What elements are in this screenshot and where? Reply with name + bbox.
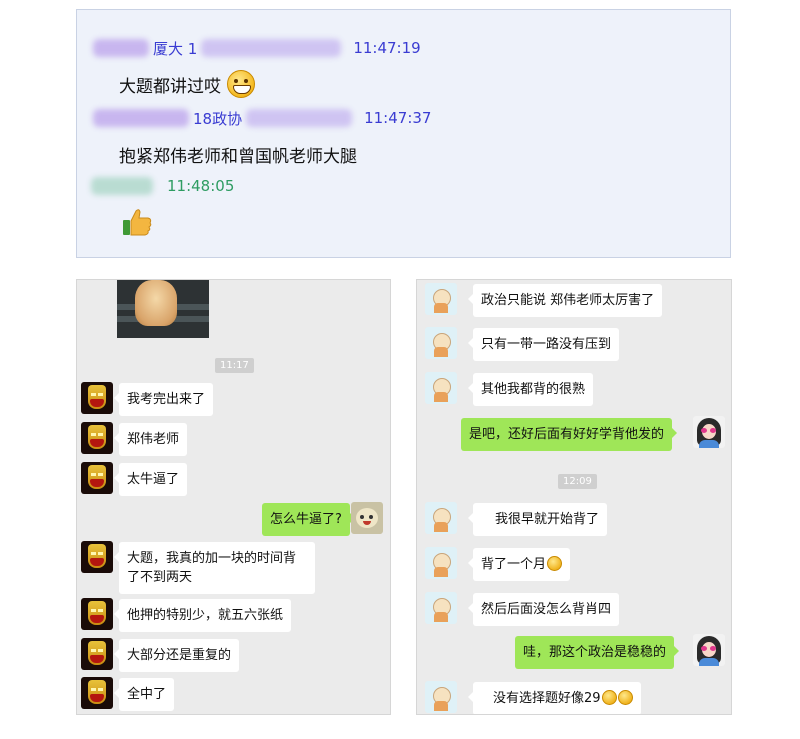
- qq-message-time: 11:48:05: [167, 177, 235, 195]
- cartoon-avatar[interactable]: [425, 372, 457, 404]
- qq-message-header: 11:48:05: [91, 176, 234, 196]
- girl-avatar[interactable]: [693, 634, 725, 666]
- chat-bubble-outgoing: 怎么牛逼了?: [262, 503, 355, 536]
- chat-bubble-incoming: 郑伟老师: [113, 423, 188, 456]
- qq-message-time: 11:47:19: [353, 39, 421, 57]
- chat-bubble-incoming: 他押的特别少，就五六张纸: [113, 599, 292, 632]
- qq-sender-name[interactable]: 18政协: [193, 108, 242, 129]
- thumbs-up-icon: [123, 209, 152, 236]
- chat-bubble-incoming: 大题，我真的加一块的时间背了不到两天: [114, 542, 315, 594]
- cartoon-avatar[interactable]: [425, 283, 457, 315]
- blurred-sender-id: [246, 109, 353, 127]
- chat-bubble-incoming: 我考完出来了: [113, 383, 214, 416]
- chat-bubble-incoming: 背了一个月: [467, 548, 571, 581]
- chat-timestamp: 11:17: [215, 358, 254, 373]
- right-chat-window: 政治只能说 郑伟老师太厉害了 只有一带一路没有压到 其他我都背的很熟 是吧，还好…: [416, 279, 732, 715]
- cartoon-avatar[interactable]: [425, 592, 457, 624]
- qq-message-header: 厦大 1 11:47:19: [93, 38, 421, 58]
- chat-bubble-text: 背了一个月: [481, 557, 547, 572]
- cat-avatar[interactable]: [351, 502, 383, 534]
- qq-message-text: 抱紧郑伟老师和曾国帆老师大腿: [119, 147, 357, 167]
- ironman-avatar[interactable]: [81, 382, 113, 414]
- qq-message-body: 抱紧郑伟老师和曾国帆老师大腿: [119, 142, 357, 167]
- chat-bubble-incoming: 太牛逼了: [113, 463, 188, 496]
- chat-timestamp: 12:09: [558, 474, 597, 489]
- blurred-sender-id: [201, 39, 342, 57]
- chat-bubble-incoming: 然后后面没怎么背肖四: [467, 593, 620, 626]
- ironman-avatar[interactable]: [81, 422, 113, 454]
- chat-bubble-incoming: 只有一带一路没有压到: [467, 328, 620, 361]
- chat-bubble-incoming: 全中了: [113, 678, 175, 711]
- ironman-avatar[interactable]: [81, 462, 113, 494]
- qq-message-time: 11:47:37: [364, 109, 432, 127]
- cartoon-avatar[interactable]: [425, 502, 457, 534]
- qq-sender-name[interactable]: 厦大 1: [153, 38, 197, 59]
- chat-bubble-incoming: 我很早就开始背了: [467, 503, 608, 536]
- chat-bubble-incoming: 没有选择题好像29: [468, 682, 641, 714]
- chat-bubble-incoming: 其他我都背的很熟: [467, 373, 594, 406]
- sweat-smile-icon: [617, 690, 633, 705]
- chat-bubble-outgoing: 是吧，还好后面有好好学背他发的: [461, 418, 678, 451]
- qq-group-chat-panel: 厦大 1 11:47:19 大题都讲过哎 18政协 11:47:37 抱紧郑伟老…: [76, 9, 731, 258]
- blurred-sender-avatar: [91, 177, 153, 195]
- chat-bubble-outgoing: 哇，那这个政治是稳稳的: [515, 636, 680, 669]
- ironman-avatar[interactable]: [81, 541, 113, 573]
- blurred-sender-avatar: [93, 109, 189, 127]
- chat-bubble-text: 没有选择题好像29: [493, 691, 601, 706]
- ironman-avatar[interactable]: [81, 677, 113, 709]
- ironman-avatar[interactable]: [81, 598, 113, 630]
- chat-bubble-incoming: 政治只能说 郑伟老师太厉害了: [467, 284, 663, 317]
- cartoon-avatar[interactable]: [425, 547, 457, 579]
- cartoon-avatar[interactable]: [425, 681, 457, 713]
- ironman-avatar[interactable]: [81, 638, 113, 670]
- shared-photo[interactable]: [117, 280, 209, 338]
- cartoon-avatar[interactable]: [425, 327, 457, 359]
- grinning-face-icon: [227, 70, 255, 98]
- qq-message-text: 大题都讲过哎: [119, 76, 221, 97]
- girl-avatar[interactable]: [693, 416, 725, 448]
- qq-message-header: 18政协 11:47:37: [93, 108, 431, 128]
- sweat-smile-icon: [547, 556, 563, 571]
- blurred-sender-avatar: [93, 39, 149, 57]
- qq-message-body: 大题都讲过哎: [119, 70, 255, 98]
- chat-bubble-incoming: 大部分还是重复的: [113, 639, 240, 672]
- left-chat-window: 11:17 我考完出来了 郑伟老师 太牛逼了 怎么牛逼了? 大题，我真的加一块的…: [76, 279, 391, 715]
- sweat-smile-icon: [601, 690, 617, 705]
